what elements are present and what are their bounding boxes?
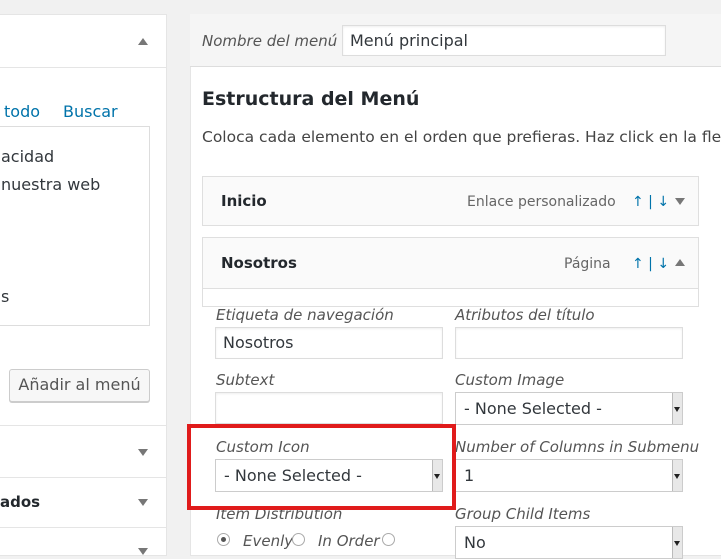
pages-list[interactable]: acidad nuestra web s (0, 126, 150, 326)
left-panel: todo Buscar acidad nuestra web s Añadir … (0, 14, 167, 556)
nav-label-input[interactable]: Nosotros (215, 327, 443, 359)
title-attr-label: Atributos del título (455, 306, 595, 324)
radio-evenly-label: Evenly (243, 532, 294, 550)
accordion-section-label: ados (0, 493, 41, 511)
list-item[interactable]: s (1, 287, 9, 306)
search-link[interactable]: Buscar (63, 102, 118, 121)
expand-arrow-icon[interactable] (138, 499, 148, 506)
dropdown-arrow-icon[interactable] (672, 393, 682, 424)
dropdown-arrow-icon[interactable] (672, 460, 682, 491)
add-to-menu-button[interactable]: Añadir al menú (9, 369, 150, 402)
menu-item-inicio[interactable]: Inicio Enlace personalizado ↑ | ↓ (202, 176, 699, 226)
menu-item-type: Página (564, 256, 611, 272)
menu-structure-title: Estructura del Menú (202, 88, 420, 110)
subtext-label: Subtext (216, 371, 275, 389)
accordion-section[interactable] (0, 527, 166, 558)
custom-image-select[interactable]: - None Selected - (455, 392, 683, 425)
menu-item-title: Inicio (221, 192, 267, 210)
group-child-select[interactable]: No (455, 526, 683, 559)
group-child-label: Group Child Items (455, 505, 591, 523)
radio-in-order-label: In Order (318, 532, 380, 550)
move-up-down-controls[interactable]: ↑ | ↓ (632, 194, 669, 210)
highlight-box (187, 424, 456, 510)
menu-item-type: Enlace personalizado (467, 194, 616, 210)
accordion-section[interactable] (0, 425, 166, 478)
menu-item-nosotros[interactable]: Nosotros Página ↑ | ↓ (202, 237, 699, 289)
menu-item-settings (202, 289, 699, 307)
list-item[interactable]: acidad (1, 147, 54, 166)
menu-name-label: Nombre del menú (202, 32, 338, 50)
left-panel-header[interactable] (0, 15, 166, 68)
radio-in-order[interactable] (292, 533, 305, 546)
menu-header: Nombre del menú Menú principal (190, 14, 721, 67)
collapse-arrow-icon[interactable] (675, 259, 685, 266)
select-all-link[interactable]: todo (4, 102, 40, 121)
menu-item-title: Nosotros (221, 254, 297, 272)
num-columns-select[interactable]: 1 (455, 459, 683, 492)
dropdown-arrow-icon[interactable] (672, 527, 682, 558)
title-attr-input[interactable] (455, 327, 683, 359)
subtext-input[interactable] (215, 392, 443, 424)
menu-structure-description: Coloca cada elemento en el orden que pre… (202, 128, 721, 146)
nav-label-label: Etiqueta de navegación (216, 306, 394, 324)
radio-evenly[interactable] (217, 533, 230, 546)
num-columns-label: Number of Columns in Submenu (455, 438, 700, 456)
move-up-down-controls[interactable]: ↑ | ↓ (632, 256, 669, 272)
custom-image-value: - None Selected - (464, 399, 602, 418)
group-child-value: No (464, 533, 486, 552)
expand-arrow-icon[interactable] (138, 449, 148, 456)
radio-option[interactable] (382, 533, 395, 546)
custom-image-label: Custom Image (455, 371, 565, 389)
num-columns-value: 1 (464, 466, 475, 485)
collapse-arrow-icon[interactable] (138, 38, 148, 45)
list-item[interactable]: nuestra web (1, 175, 100, 194)
accordion-section[interactable]: ados (0, 477, 166, 528)
expand-arrow-icon[interactable] (675, 198, 685, 205)
menu-name-input[interactable]: Menú principal (342, 25, 666, 56)
